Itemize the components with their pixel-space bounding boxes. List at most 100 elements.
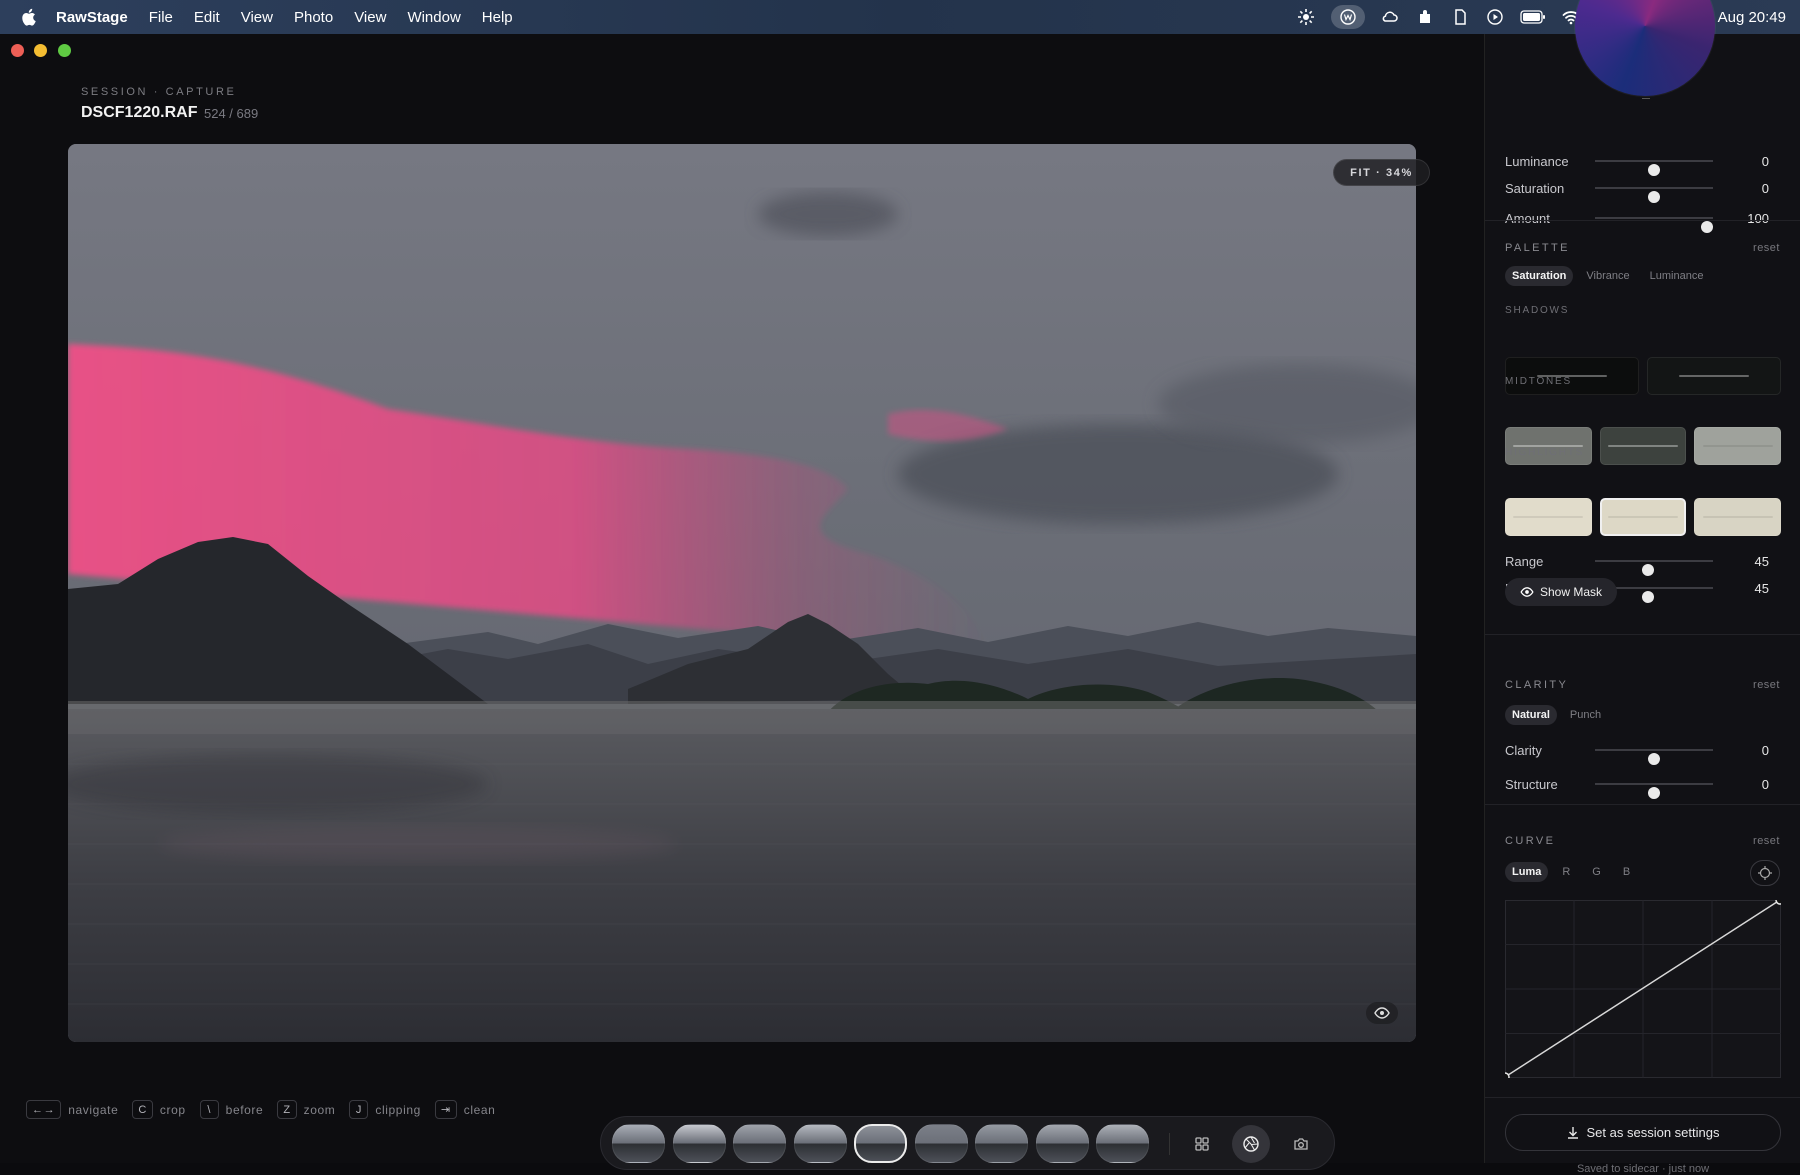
hi-swatch[interactable] <box>1599 498 1687 536</box>
slider-knob[interactable] <box>1642 591 1655 603</box>
slider-knob[interactable] <box>1648 787 1660 799</box>
slider-value[interactable]: 45 <box>1755 581 1769 596</box>
slider-knob[interactable] <box>1648 191 1660 203</box>
menu-file[interactable]: File <box>149 9 173 26</box>
menu-photo[interactable]: Photo <box>294 9 333 26</box>
slider-track[interactable] <box>1595 560 1713 576</box>
mid-swatch[interactable] <box>1599 427 1687 465</box>
slider-value[interactable]: 45 <box>1755 554 1769 569</box>
curve-channel-tabs: Luma R G B <box>1505 862 1638 882</box>
shortcut-key: C <box>132 1100 153 1119</box>
slider-value[interactable]: 100 <box>1747 211 1769 226</box>
curve-picker-button[interactable] <box>1750 860 1780 886</box>
clarity-tab-natural[interactable]: Natural <box>1505 705 1557 725</box>
filmstrip-thumbnail[interactable] <box>914 1124 968 1163</box>
hi-swatch[interactable] <box>1505 498 1592 536</box>
filmstrip <box>600 1116 1335 1170</box>
curve-point-white[interactable] <box>1775 900 1781 905</box>
extension-icon[interactable] <box>1415 7 1435 27</box>
sun-status-icon[interactable] <box>1296 7 1316 27</box>
close-window-button[interactable] <box>11 44 24 57</box>
slider-knob[interactable] <box>1701 221 1714 233</box>
menu-app-name[interactable]: RawStage <box>56 9 128 26</box>
shortcut-label: clean <box>463 1102 496 1117</box>
file-counter: 524 / 689 <box>204 106 259 121</box>
develop-mode-button[interactable] <box>1232 1125 1270 1163</box>
menu-edit[interactable]: Edit <box>194 9 220 26</box>
slider-track[interactable] <box>1595 749 1713 765</box>
clarity-tab-punch[interactable]: Punch <box>1563 705 1608 725</box>
play-icon[interactable] <box>1485 7 1505 27</box>
landscape-photo <box>68 144 1416 1042</box>
slider-knob[interactable] <box>1648 164 1660 176</box>
shortcut-key: \ <box>199 1100 219 1119</box>
filmstrip-thumbnail[interactable] <box>854 1124 907 1163</box>
session-label: SESSION · CAPTURE <box>81 86 237 98</box>
filmstrip-thumbnail[interactable] <box>975 1124 1028 1163</box>
filmstrip-thumbnail[interactable] <box>612 1124 665 1163</box>
slider-track[interactable] <box>1595 160 1713 176</box>
filmstrip-thumbnail[interactable] <box>733 1124 786 1163</box>
curve-point-black[interactable] <box>1505 1072 1510 1078</box>
filmstrip-thumbnail[interactable] <box>793 1124 847 1163</box>
app-status-pill-icon[interactable] <box>1331 5 1366 29</box>
palette-tab-luminance[interactable]: Luminance <box>1643 266 1711 286</box>
slider-value[interactable]: 0 <box>1762 154 1769 169</box>
preview-eye-button[interactable] <box>1366 1002 1398 1024</box>
slider-knob[interactable] <box>1648 753 1660 765</box>
filmstrip-thumbnail[interactable] <box>1096 1124 1149 1163</box>
document-icon[interactable] <box>1450 7 1470 27</box>
curve-tab-g[interactable]: G <box>1584 862 1609 882</box>
slider-label: Clarity <box>1505 742 1542 758</box>
set-session-settings-button[interactable]: Set as session settings <box>1505 1114 1781 1151</box>
minimize-window-button[interactable] <box>34 44 47 57</box>
palette-tab-saturation[interactable]: Saturation <box>1505 266 1574 286</box>
curve-reset-button[interactable]: reset <box>1753 835 1780 847</box>
eye-icon <box>1520 587 1534 597</box>
menu-window[interactable]: Window <box>407 9 460 26</box>
battery-icon[interactable] <box>1520 7 1546 27</box>
zoom-window-button[interactable] <box>58 44 71 57</box>
apple-icon[interactable] <box>20 8 36 26</box>
grid-view-button[interactable] <box>1183 1125 1221 1163</box>
slider-track[interactable] <box>1595 187 1713 203</box>
shortcut-label: navigate <box>68 1102 119 1117</box>
shortcut-navigate: ←→ navigate <box>26 1100 118 1119</box>
capture-button[interactable] <box>1282 1125 1320 1163</box>
zoom-level-pill[interactable]: FIT · 34% <box>1333 159 1430 186</box>
wheel-tick <box>1642 98 1650 99</box>
slider-track[interactable] <box>1595 217 1714 233</box>
aperture-icon <box>1243 1136 1259 1152</box>
menu-view[interactable]: View <box>241 9 273 26</box>
cloud-sync-icon[interactable] <box>1380 7 1400 27</box>
mid-swatch[interactable] <box>1694 427 1781 465</box>
slider-value[interactable]: 0 <box>1762 777 1769 792</box>
clarity-mode-tabs: Natural Punch <box>1505 705 1608 725</box>
mid-swatch[interactable] <box>1505 427 1592 465</box>
shortcut-label: crop <box>159 1102 186 1117</box>
hi-swatch[interactable] <box>1694 498 1781 536</box>
menu-view-2[interactable]: View <box>354 9 386 26</box>
filmstrip-thumbnail[interactable] <box>672 1124 726 1163</box>
menu-help[interactable]: Help <box>482 9 513 26</box>
show-mask-button[interactable]: Show Mask <box>1505 578 1617 606</box>
filmstrip-divider <box>1169 1133 1170 1155</box>
filmstrip-thumbnail[interactable] <box>1035 1124 1089 1163</box>
color-wheel[interactable] <box>1569 0 1721 110</box>
slider-value[interactable]: 0 <box>1762 743 1769 758</box>
keyboard-shortcuts-bar: ←→ navigate Ccrop \ before Zzoom Jclipping… <box>26 1100 509 1119</box>
slider-value[interactable]: 0 <box>1762 181 1769 196</box>
curve-tab-b[interactable]: B <box>1615 862 1638 882</box>
shadow-swatch[interactable] <box>1647 357 1781 395</box>
clarity-reset-button[interactable]: reset <box>1753 679 1780 691</box>
curve-tab-luma[interactable]: Luma <box>1505 862 1549 882</box>
slider-knob[interactable] <box>1642 564 1655 576</box>
slider-track[interactable] <box>1595 783 1713 799</box>
tone-curve-graph[interactable] <box>1505 900 1781 1078</box>
photo-viewer[interactable] <box>68 144 1416 1042</box>
menu-bar: RawStage File Edit View Photo View Windo… <box>0 0 1800 34</box>
shortcut-before: \ before <box>199 1100 264 1119</box>
palette-tab-vibrance[interactable]: Vibrance <box>1579 266 1636 286</box>
palette-reset-button[interactable]: reset <box>1753 242 1780 254</box>
curve-tab-r[interactable]: R <box>1554 862 1578 882</box>
